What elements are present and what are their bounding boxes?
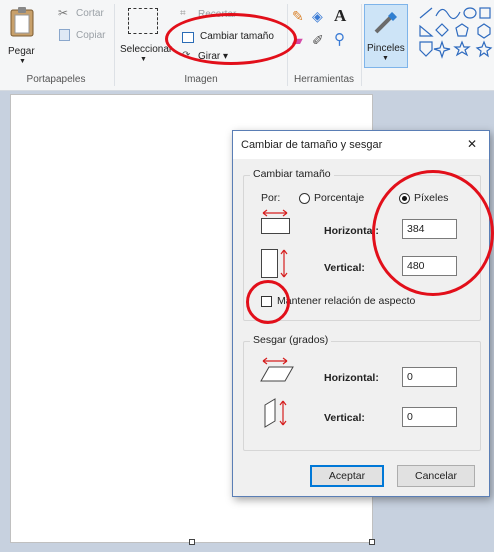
brush-icon [374,12,397,34]
clipboard-icon [10,7,34,37]
chevron-down-icon: ▼ [140,56,147,63]
chevron-down-icon: ▼ [19,58,26,65]
skew-section-title: Sesgar (grados) [250,334,332,346]
divider [361,4,362,86]
resize-handle-bottom[interactable] [189,539,195,545]
by-label: Por: [261,192,281,204]
select-button[interactable]: Seleccionar ▼ [118,4,173,70]
horizontal-resize-icon [261,209,290,234]
brushes-label: Pinceles [367,43,405,54]
annotation-circle-aspect-checkbox [246,280,290,324]
annotation-circle-resize-button [165,13,297,65]
skew-horizontal-input[interactable]: 0 [402,367,457,387]
skew-vertical-input[interactable]: 0 [402,407,457,427]
crop-icon: ⌗ [180,8,186,19]
image-group-label: Imagen [184,74,218,85]
ok-button[interactable]: Aceptar [310,465,384,487]
skew-vertical-label: Vertical: [324,412,365,424]
pencil-icon[interactable]: ✎ [292,8,304,25]
cut-button[interactable]: ✂ Cortar [56,6,112,22]
cancel-button[interactable]: Cancelar [397,465,475,487]
resize-vertical-label: Vertical: [324,262,365,274]
horizontal-skew-icon [260,357,294,382]
copy-icon [59,29,70,41]
resize-horizontal-label: Horizontal: [324,225,379,237]
clipboard-group-label: Portapapeles [26,74,86,85]
dialog-titlebar: Cambiar de tamaño y sesgar ✕ [233,131,489,159]
copy-button[interactable]: Copiar [56,26,112,42]
paste-button[interactable]: Pegar ▼ [2,4,44,70]
percent-radio[interactable] [299,193,310,204]
dialog-title: Cambiar de tamaño y sesgar [241,139,383,151]
resize-section-title: Cambiar tamaño [250,168,334,180]
vertical-resize-icon [261,249,288,278]
magnifier-icon[interactable]: ⚲ [334,30,345,48]
annotation-circle-pixel-inputs [372,170,494,296]
select-label: Seleccionar [120,44,173,55]
fill-icon[interactable]: ◈ [312,8,323,25]
tools-group-label: Herramientas [293,74,355,85]
selection-rect-icon [128,8,158,34]
shapes-gallery[interactable] [416,4,494,64]
color-picker-icon[interactable]: ✐ [312,32,324,49]
cut-label: Cortar [76,8,104,19]
close-icon[interactable]: ✕ [463,137,481,153]
skew-horizontal-label: Horizontal: [324,372,379,384]
chevron-down-icon: ▼ [382,55,389,62]
percent-label[interactable]: Porcentaje [314,192,364,204]
paste-label: Pegar [8,46,35,57]
keep-aspect-label[interactable]: Mantener relación de aspecto [277,295,415,307]
copy-label: Copiar [76,30,106,41]
shapes-icon [419,7,493,59]
resize-handle-corner[interactable] [369,539,375,545]
brushes-button[interactable]: Pinceles ▼ [364,4,408,68]
tools-group: ✎ ◈ A ▰ ✐ ⚲ [290,6,358,66]
vertical-skew-icon [264,398,287,428]
scissors-icon: ✂ [58,6,69,20]
text-tool-icon[interactable]: A [334,6,346,26]
divider [114,4,115,86]
